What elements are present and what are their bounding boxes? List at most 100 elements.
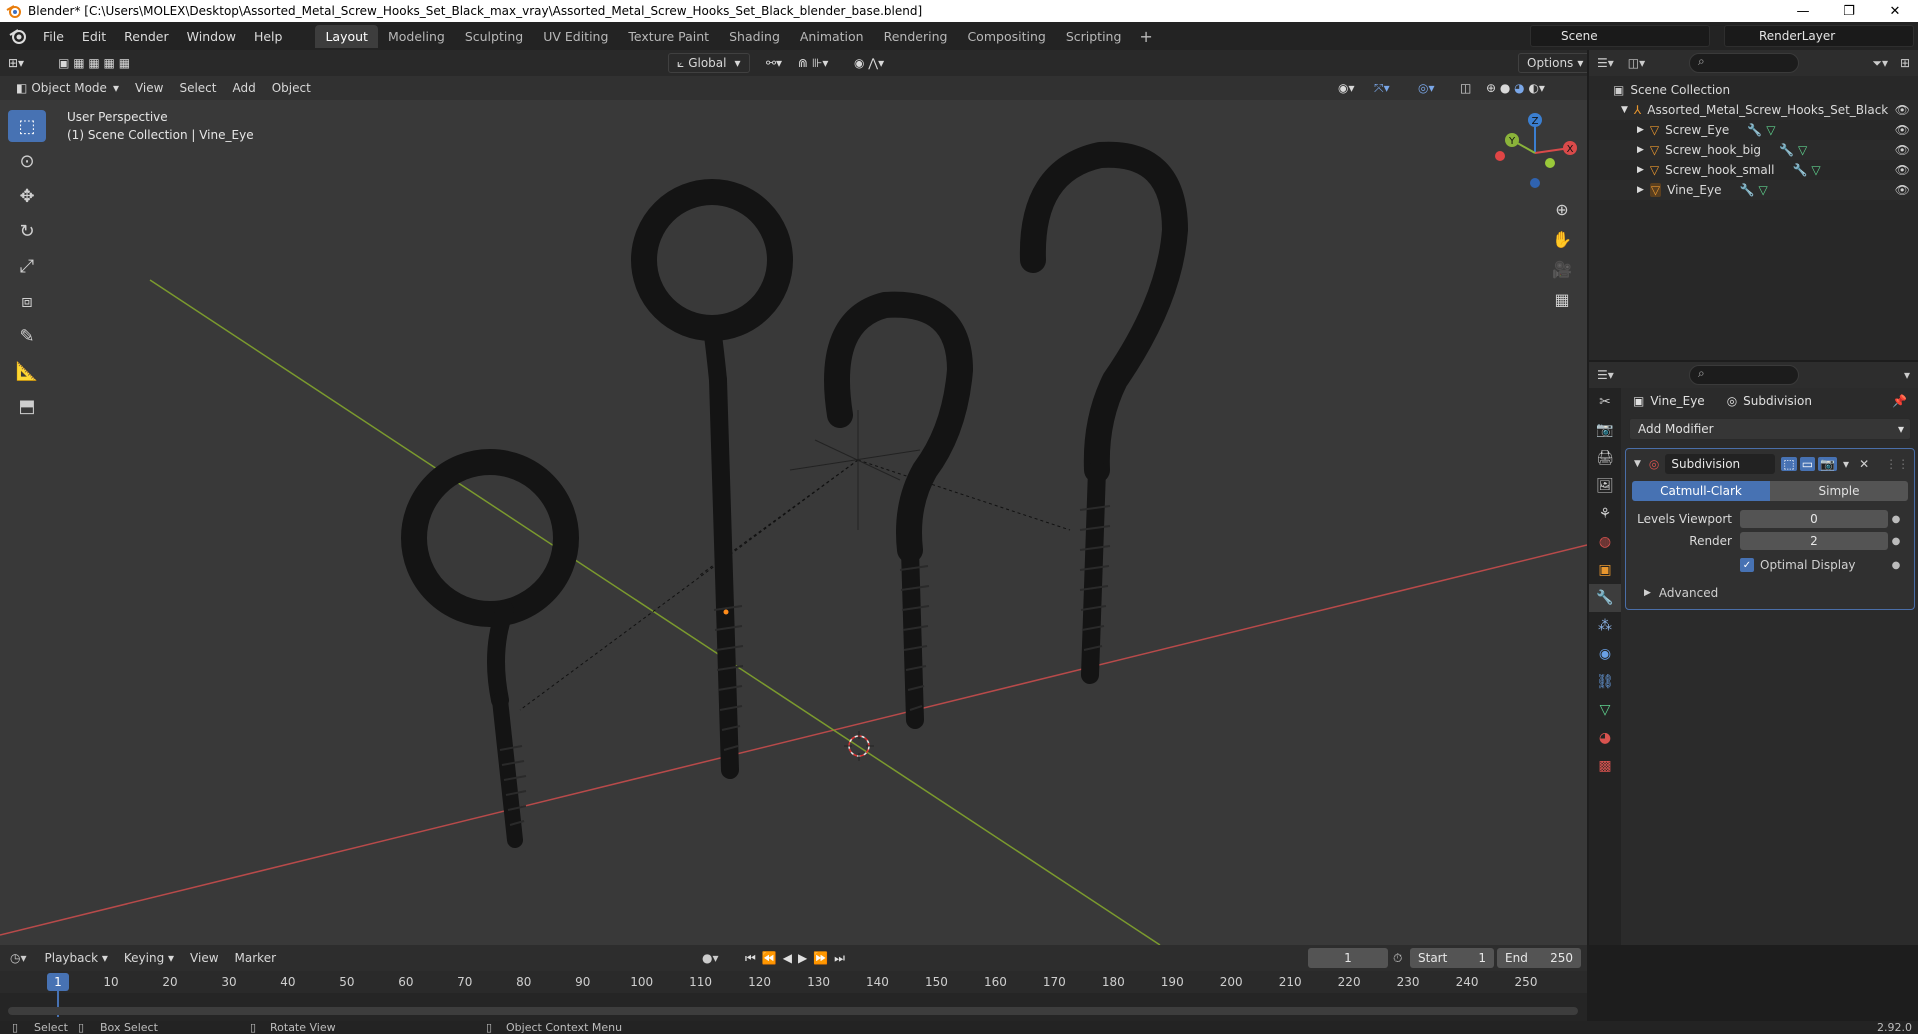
tab-output[interactable]: 🖨	[1589, 444, 1621, 472]
tab-object[interactable]: ▣	[1589, 556, 1621, 584]
outliner-item-screw-eye[interactable]: ▶ ▽ Screw_Eye 🔧 ▽ 👁	[1589, 120, 1918, 140]
simple-button[interactable]: Simple	[1770, 481, 1908, 501]
stopwatch-icon[interactable]: ⏱	[1393, 951, 1402, 966]
timeline-scrollbar[interactable]	[8, 1007, 1578, 1015]
pin-icon[interactable]: 📌	[1892, 394, 1907, 408]
tab-layout[interactable]: Layout	[315, 24, 378, 48]
tab-physics[interactable]: ◉	[1589, 640, 1621, 668]
tab-constraints[interactable]: ⛓	[1589, 668, 1621, 696]
expand-arrow-icon[interactable]: ▶	[1637, 165, 1644, 175]
tab-data[interactable]: ▽	[1589, 696, 1621, 724]
marker-menu[interactable]: Marker	[227, 948, 284, 968]
select-box-tool[interactable]: ⬚	[8, 110, 46, 142]
render-layer-selector[interactable]: RenderLayer	[1724, 25, 1914, 47]
viewport-menu-view[interactable]: View	[127, 78, 171, 98]
proportional-edit-button[interactable]: ◉ ⋀▾	[846, 53, 892, 73]
3d-viewport[interactable]: ⊞▾ ▣ ▦ ▦ ▦ ▦ ⟀ Global ▾ ⚯▾ ⋒ ⊪▾ ◉ ⋀▾ Optio…	[0, 50, 1587, 945]
zoom-button[interactable]: ⊕	[1548, 195, 1576, 223]
transform-tool[interactable]: ⧈	[8, 285, 46, 317]
tab-world[interactable]: ◍	[1589, 528, 1621, 556]
object-mode-select[interactable]: ◧ Object Mode ▾	[8, 78, 127, 98]
move-tool[interactable]: ✥	[8, 180, 46, 212]
catmull-clark-button[interactable]: Catmull-Clark	[1632, 481, 1770, 501]
gizmo-toggle-button[interactable]: ⤧▾	[1366, 78, 1398, 98]
tab-scene[interactable]: ⚘	[1589, 500, 1621, 528]
eye-icon[interactable]: 👁	[1895, 103, 1910, 117]
measure-tool[interactable]: 📐	[8, 355, 46, 387]
overlay-toggle-button[interactable]: ◎▾	[1410, 78, 1443, 98]
menu-window[interactable]: Window	[178, 29, 245, 44]
screw-hook-big-object[interactable]	[1019, 141, 1189, 684]
tab-sculpting[interactable]: Sculpting	[455, 25, 533, 48]
collapse-arrow-icon[interactable]: ▼	[1634, 459, 1641, 469]
tab-scripting[interactable]: Scripting	[1056, 25, 1132, 48]
maximize-button[interactable]: ❐	[1826, 0, 1872, 22]
shading-mode-buttons[interactable]: ⊕ ● ◕ ◐▾	[1478, 78, 1553, 98]
camera-view-button[interactable]: 🎥	[1548, 255, 1576, 283]
menu-render[interactable]: Render	[115, 29, 178, 44]
transform-orientation-select[interactable]: ⟀ Global ▾	[668, 53, 750, 73]
expand-arrow-icon[interactable]: ▶	[1637, 145, 1644, 155]
outliner-search-input[interactable]: ⌕	[1689, 53, 1799, 73]
outliner-item-screw-hook-big[interactable]: ▶ ▽ Screw_hook_big 🔧 ▽ 👁	[1589, 140, 1918, 160]
outliner-item-vine-eye[interactable]: ▶ ▽ Vine_Eye 🔧 ▽ 👁	[1589, 180, 1918, 200]
annotate-tool[interactable]: ✎	[8, 320, 46, 352]
editor-type-icon[interactable]: ☰▾	[1597, 368, 1614, 382]
timeline-view-menu[interactable]: View	[182, 948, 226, 968]
keyframe-dot-icon[interactable]: ●	[1888, 560, 1904, 571]
tab-material[interactable]: ◕	[1589, 724, 1621, 752]
screw-eye-small-object[interactable]	[401, 449, 579, 848]
render-levels-field[interactable]: 2	[1740, 532, 1888, 550]
filter-icon[interactable]: ⏷▾	[1872, 56, 1888, 71]
add-modifier-button[interactable]: Add Modifier ▾	[1629, 418, 1911, 440]
outliner-item-screw-hook-small[interactable]: ▶ ▽ Screw_hook_small 🔧 ▽ 👁	[1589, 160, 1918, 180]
tab-modeling[interactable]: Modeling	[378, 25, 455, 48]
eye-icon[interactable]: 👁	[1895, 163, 1910, 177]
expand-arrow-icon[interactable]: ▶	[1637, 125, 1644, 135]
blender-menu-icon[interactable]	[8, 26, 28, 46]
viewport-toggle-icon[interactable]: ▭	[1799, 457, 1816, 471]
record-icon[interactable]: ●▾	[702, 951, 719, 965]
optimal-display-checkbox[interactable]: ✓	[1740, 558, 1754, 572]
timeline-ruler[interactable]: 1 10 20 30 40 50 60 70 80 90 100 110 120 130 140 150 160…	[0, 971, 1587, 1017]
menu-edit[interactable]: Edit	[73, 29, 115, 44]
add-workspace-button[interactable]: +	[1131, 27, 1160, 46]
tab-tool[interactable]: ✂	[1589, 388, 1621, 416]
pan-button[interactable]: ✋	[1548, 225, 1576, 253]
chevron-down-icon[interactable]: ▾	[1843, 457, 1849, 471]
viewport-menu-select[interactable]: Select	[171, 78, 224, 98]
close-icon[interactable]: ✕	[1859, 457, 1869, 471]
expand-arrow-icon[interactable]: ▼	[1621, 105, 1628, 115]
visibility-button[interactable]: ◉▾	[1330, 78, 1363, 98]
eye-icon[interactable]: 👁	[1895, 183, 1910, 197]
drag-handle-icon[interactable]: ⋮⋮	[1885, 457, 1909, 471]
properties-search-input[interactable]: ⌕	[1689, 365, 1799, 385]
playback-menu[interactable]: Playback ▾	[37, 948, 116, 968]
tab-render[interactable]: 📷	[1589, 416, 1621, 444]
select-mode-buttons[interactable]: ▣ ▦ ▦ ▦ ▦	[50, 53, 138, 73]
tab-texture[interactable]: ▩	[1589, 752, 1621, 780]
menu-help[interactable]: Help	[245, 29, 292, 44]
viewport-menu-add[interactable]: Add	[224, 78, 263, 98]
screw-hook-small-object[interactable]	[824, 291, 974, 729]
levels-viewport-field[interactable]: 0	[1740, 510, 1888, 528]
current-frame-field[interactable]: 1	[1308, 948, 1388, 968]
pivot-point-button[interactable]: ⚯▾	[758, 53, 790, 73]
eye-icon[interactable]: 👁	[1895, 123, 1910, 137]
tab-particles[interactable]: ⁂	[1589, 612, 1621, 640]
end-frame-field[interactable]: End 250	[1497, 948, 1581, 968]
cursor-tool[interactable]: ⊙	[8, 145, 46, 177]
tab-rendering[interactable]: Rendering	[874, 25, 958, 48]
editor-type-icon[interactable]: ☰▾	[1597, 56, 1614, 70]
rotate-tool[interactable]: ↻	[8, 215, 46, 247]
add-cube-tool[interactable]: ⬒	[8, 390, 46, 422]
render-toggle-icon[interactable]: 📷	[1818, 457, 1838, 471]
expand-arrow-icon[interactable]: ▶	[1637, 185, 1644, 195]
modifier-name-field[interactable]: Subdivision	[1665, 454, 1776, 474]
scale-tool[interactable]: ⤢	[8, 250, 46, 282]
start-frame-field[interactable]: Start 1	[1410, 948, 1494, 968]
navigation-gizmo[interactable]: Z X Y	[1490, 108, 1580, 198]
playback-controls[interactable]: ⏮⏪◀▶⏩⏭	[745, 951, 851, 966]
xray-button[interactable]: ◫	[1452, 78, 1479, 98]
tab-texture-paint[interactable]: Texture Paint	[618, 25, 719, 48]
